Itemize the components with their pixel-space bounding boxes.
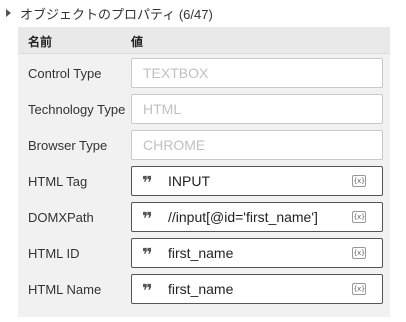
html-name-value: first_name bbox=[168, 281, 234, 297]
domxpath-field[interactable]: ❞ //input[@id='first_name'] {x} bbox=[131, 202, 383, 232]
table-header: 名前 値 bbox=[18, 27, 390, 54]
html-id-field[interactable]: ❞ first_name {x} bbox=[131, 238, 383, 268]
variable-icon[interactable]: {x} bbox=[352, 283, 366, 295]
row-label-technology-type: Technology Type bbox=[28, 102, 126, 117]
technology-type-value: HTML bbox=[143, 101, 182, 117]
properties-section-toggle[interactable]: オブジェクトのプロパティ (6/47) bbox=[4, 3, 213, 23]
html-tag-value: INPUT bbox=[168, 173, 210, 189]
control-type-field: TEXTBOX bbox=[131, 58, 383, 88]
row-label-html-name: HTML Name bbox=[28, 282, 102, 297]
browser-type-value: CHROME bbox=[143, 137, 206, 153]
html-name-field[interactable]: ❞ first_name {x} bbox=[131, 274, 383, 304]
row-label-control-type: Control Type bbox=[28, 66, 102, 81]
control-type-value: TEXTBOX bbox=[143, 65, 209, 81]
column-header-name: 名前 bbox=[28, 35, 53, 49]
html-tag-field[interactable]: ❞ INPUT {x} bbox=[131, 166, 383, 196]
variable-icon[interactable]: {x} bbox=[352, 211, 366, 223]
row-label-domxpath: DOMXPath bbox=[28, 210, 94, 225]
browser-type-field: CHROME bbox=[131, 130, 383, 160]
quote-icon: ❞ bbox=[142, 246, 153, 260]
domxpath-value: //input[@id='first_name'] bbox=[168, 209, 318, 225]
column-header-value: 値 bbox=[131, 35, 144, 49]
html-id-value: first_name bbox=[168, 245, 234, 261]
row-label-html-tag: HTML Tag bbox=[28, 174, 88, 189]
properties-table: 名前 値 Control Type TEXTBOX Technology Typ… bbox=[18, 27, 390, 317]
quote-icon: ❞ bbox=[142, 174, 153, 188]
variable-icon[interactable]: {x} bbox=[352, 247, 366, 259]
quote-icon: ❞ bbox=[142, 210, 153, 224]
technology-type-field: HTML bbox=[131, 94, 383, 124]
variable-icon[interactable]: {x} bbox=[352, 175, 366, 187]
quote-icon: ❞ bbox=[142, 282, 153, 296]
section-title: オブジェクトのプロパティ (6/47) bbox=[20, 6, 213, 22]
caret-right-icon bbox=[6, 9, 11, 17]
row-label-browser-type: Browser Type bbox=[28, 138, 108, 153]
row-label-html-id: HTML ID bbox=[28, 246, 80, 261]
